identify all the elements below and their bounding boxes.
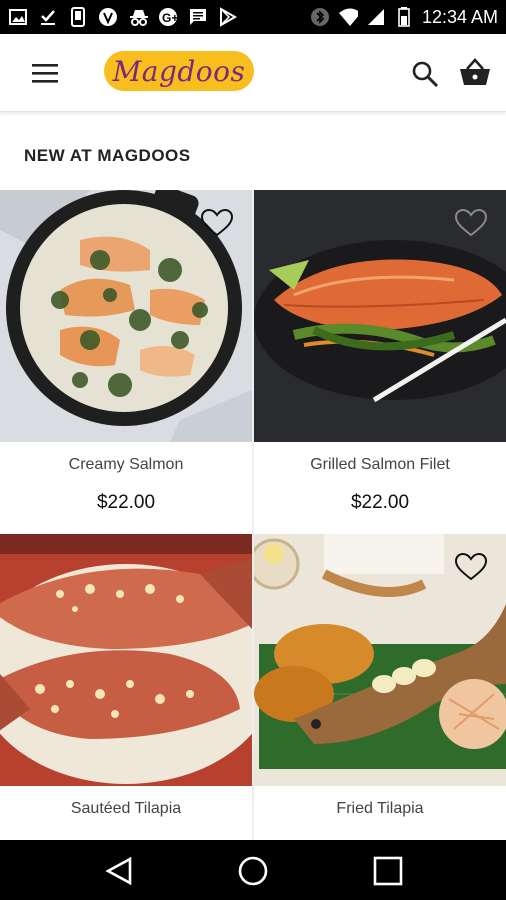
menu-icon [32,64,58,83]
product-image[interactable] [254,190,506,442]
search-button[interactable] [410,59,440,89]
status-bar: G+ 12:34 AM [0,0,506,34]
message-icon [188,7,208,27]
menu-button[interactable] [30,62,60,84]
home-button[interactable] [236,854,270,888]
product-name: Grilled Salmon Filet [310,456,450,473]
wifi-icon [338,7,358,27]
cart-button[interactable] [458,58,492,88]
product-image[interactable] [0,534,252,786]
back-button[interactable] [102,854,136,888]
product-image[interactable] [254,534,506,786]
basket-icon [460,58,490,85]
favorite-heart-icon[interactable] [454,208,488,238]
bluetooth-icon [310,7,330,27]
product-card[interactable]: Grilled Salmon Filet $22.00 [254,190,506,532]
home-icon [238,856,268,886]
magdoos-logo[interactable]: Magdoos [104,51,254,91]
product-price: $22.00 [96,492,156,513]
product-card[interactable]: Sautéed Tilapia [0,534,252,840]
product-price: $22.00 [350,492,410,513]
logo-text: Magdoos [112,54,246,88]
signal-icon [366,7,386,27]
vine-icon [98,7,118,27]
download-done-icon [38,7,58,27]
battery-icon [394,7,414,27]
incognito-icon [128,7,148,27]
g-plus-icon: G+ [158,7,178,27]
status-time: 12:34 AM [421,6,498,27]
system-nav-bar [0,840,506,900]
search-icon [412,61,439,88]
product-image[interactable] [0,190,252,442]
recents-button[interactable] [371,854,405,888]
favorite-heart-icon[interactable] [200,208,234,238]
back-icon [105,856,132,886]
section-title: NEW AT MAGDOOS [24,146,191,165]
favorite-heart-icon[interactable] [454,552,488,582]
svg-text:G+: G+ [162,11,178,25]
play-store-icon [218,7,238,27]
phone-icon [68,7,88,27]
app-bar: Magdoos [0,34,506,112]
product-card[interactable]: Fried Tilapia [254,534,506,840]
product-name: Creamy Salmon [68,456,184,473]
product-name: Fried Tilapia [336,800,424,817]
product-card[interactable]: Creamy Salmon $22.00 [0,190,252,532]
product-name: Sautéed Tilapia [70,800,182,817]
gallery-icon [8,7,28,27]
recents-icon [373,856,403,886]
